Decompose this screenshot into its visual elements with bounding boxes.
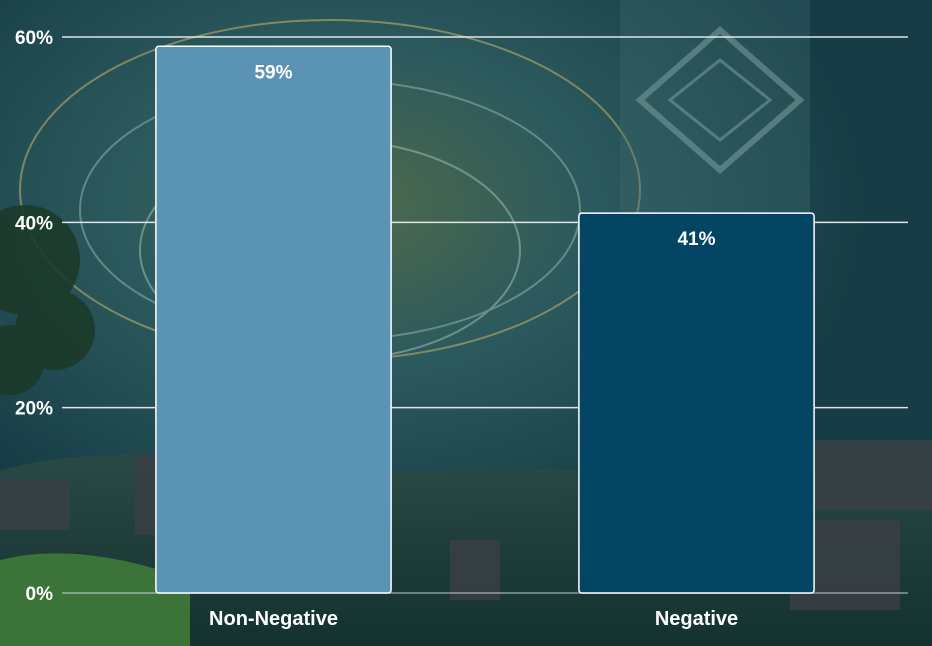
bar-chart: 0% 20% 40% 60% 59% Non-Negative 41% Negative (15, 28, 908, 630)
x-category-label: Negative (655, 608, 738, 630)
y-tick-label: 0% (26, 584, 54, 605)
y-tick-label: 20% (15, 399, 53, 420)
bar-non-negative (155, 45, 392, 594)
data-label: 59% (254, 62, 292, 83)
chart-stage: 0% 20% 40% 60% 59% Non-Negative 41% Negative (0, 0, 932, 646)
y-tick-label: 60% (15, 28, 53, 49)
data-label: 41% (677, 229, 715, 250)
y-tick-label: 40% (15, 213, 53, 234)
bar-negative (578, 212, 815, 594)
x-category-label: Non-Negative (209, 608, 338, 630)
bars (155, 45, 815, 594)
